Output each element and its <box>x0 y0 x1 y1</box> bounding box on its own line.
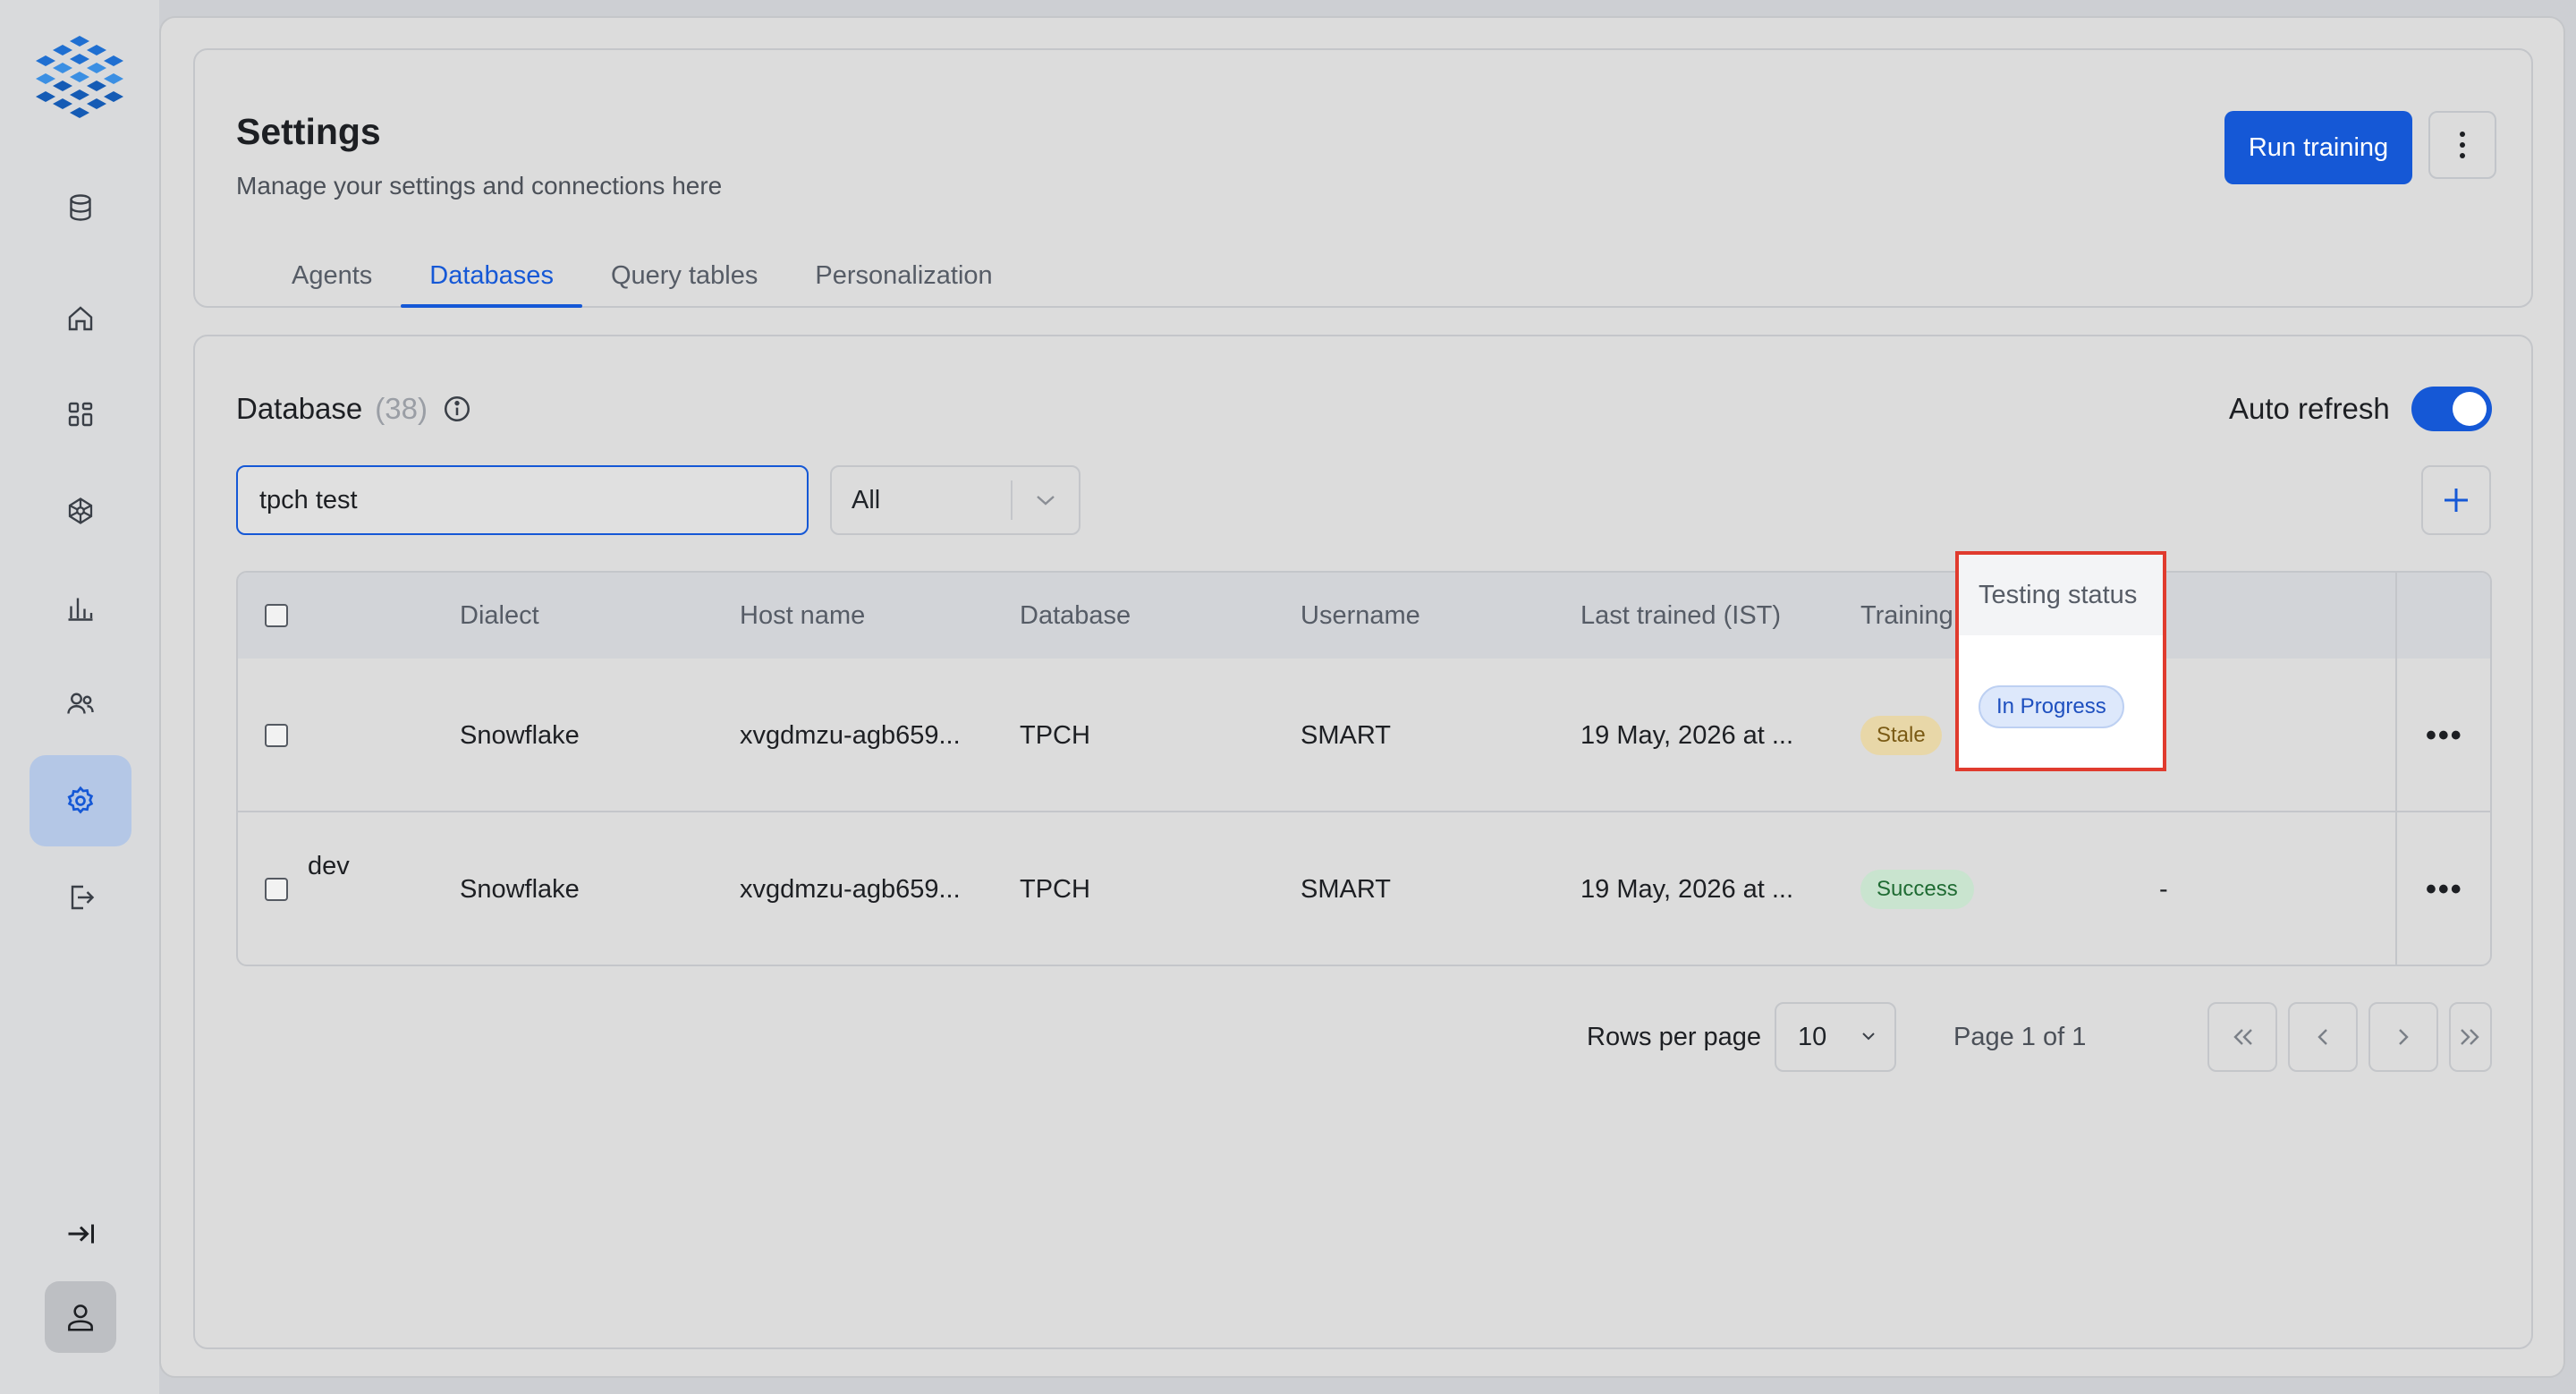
more-horizontal-icon: ••• <box>2426 718 2463 752</box>
col-testing-status-header[interactable]: Testing status <box>1959 555 2163 635</box>
sidebar-item-logout[interactable] <box>30 852 131 943</box>
tab-query-tables[interactable]: Query tables <box>582 247 786 308</box>
cell-training-status: Success <box>1860 812 1974 965</box>
next-page-button[interactable] <box>2368 1002 2438 1072</box>
chevrons-right-icon <box>2461 1029 2479 1045</box>
cell-host: xvgdmzu-agb659... <box>740 874 961 904</box>
database-icon <box>70 194 91 221</box>
col-testing-status: Testing status <box>1979 580 2138 609</box>
tab-personalization[interactable]: Personalization <box>786 247 1021 308</box>
testing-status-highlight: Testing status In Progress <box>1955 551 2166 771</box>
rows-per-page-select[interactable]: 10 <box>1775 1002 1896 1072</box>
add-database-button[interactable] <box>2421 465 2491 535</box>
page-info: Page 1 of 1 <box>1953 1022 2087 1051</box>
col-last-trained[interactable]: Last trained (IST) <box>1580 573 1781 659</box>
cell-testing-status: - <box>2159 874 2168 904</box>
cell-database: TPCH <box>1020 720 1090 750</box>
status-badge: Stale <box>1860 716 1942 755</box>
last-page-button[interactable] <box>2449 1002 2492 1072</box>
sidebar-item-home[interactable] <box>30 273 131 364</box>
auto-refresh-toggle[interactable] <box>2411 387 2492 431</box>
run-training-button[interactable]: Run training <box>2224 111 2412 184</box>
sidebar-item-analytics[interactable] <box>30 562 131 653</box>
select-all-checkbox[interactable] <box>265 604 288 627</box>
col-database[interactable]: Database <box>1020 573 1131 659</box>
network-icon <box>68 497 93 524</box>
more-horizontal-icon: ••• <box>2426 871 2463 906</box>
user-icon <box>68 1305 93 1331</box>
cell-username: SMART <box>1301 874 1391 904</box>
sidebar-item-database[interactable] <box>30 162 131 253</box>
plus-icon <box>2445 489 2468 512</box>
auto-refresh-label: Auto refresh <box>2229 392 2390 425</box>
rows-per-page-value: 10 <box>1798 1022 1827 1051</box>
col-dialect[interactable]: Dialect <box>460 573 539 659</box>
page-title: Settings <box>236 111 381 152</box>
search-input[interactable] <box>236 465 809 535</box>
chevron-right-icon <box>2399 1029 2409 1045</box>
settings-header: Settings Manage your settings and connec… <box>193 48 2533 308</box>
filter-value: All <box>852 485 881 514</box>
more-options-button[interactable] <box>2428 111 2496 179</box>
col-host-name[interactable]: Host name <box>740 573 865 659</box>
chevron-left-icon <box>2318 1029 2327 1045</box>
cell-username: SMART <box>1301 720 1391 750</box>
sidebar-item-users[interactable] <box>30 659 131 750</box>
collapse-sidebar-button[interactable] <box>30 1188 131 1279</box>
page-subtitle: Manage your settings and connections her… <box>236 172 723 200</box>
tab-agents[interactable]: Agents <box>263 247 401 308</box>
filter-select[interactable]: All <box>830 465 1080 535</box>
cell-database: TPCH <box>1020 874 1090 904</box>
user-avatar-button[interactable] <box>45 1281 116 1353</box>
row-checkbox[interactable] <box>265 878 288 901</box>
cell-last-trained: 19 May, 2026 at ... <box>1580 720 1794 750</box>
section-title: Database (38) <box>236 392 472 426</box>
collapse-icon <box>68 1224 94 1244</box>
testing-status-badge: In Progress <box>1979 685 2124 728</box>
row-checkbox[interactable] <box>265 724 288 747</box>
users-icon <box>67 693 94 714</box>
cell-dialect: Snowflake <box>460 874 580 904</box>
col-username[interactable]: Username <box>1301 573 1420 659</box>
sidebar-item-dashboard[interactable] <box>30 369 131 460</box>
status-badge: Success <box>1860 870 1974 909</box>
row-checkbox-cell <box>265 659 288 812</box>
cell-name-fragment: dev <box>308 852 350 880</box>
section-title-text: Database <box>236 392 363 425</box>
chevrons-left-icon <box>2233 1029 2252 1045</box>
sidebar-item-network[interactable] <box>30 465 131 557</box>
row-actions-button[interactable]: ••• <box>2426 659 2463 812</box>
sidebar-item-settings[interactable] <box>30 755 131 846</box>
cell-host: xvgdmzu-agb659... <box>740 720 961 750</box>
chevron-down-icon <box>1013 494 1079 506</box>
main-panel: Settings Manage your settings and connec… <box>159 16 2565 1378</box>
cell-last-trained: 19 May, 2026 at ... <box>1580 874 1794 904</box>
cell-dialect: Snowflake <box>460 720 580 750</box>
home-icon <box>68 306 93 331</box>
sidebar <box>0 0 159 1394</box>
row-checkbox-cell <box>265 812 288 965</box>
row-actions-button[interactable]: ••• <box>2426 812 2463 965</box>
select-all-cell <box>265 573 288 659</box>
dashboard-icon <box>68 402 93 427</box>
info-icon[interactable] <box>442 394 472 424</box>
app-logo-icon[interactable] <box>36 32 123 120</box>
cell-training-status: Stale <box>1860 659 1942 812</box>
database-count: (38) <box>375 392 428 425</box>
first-page-button[interactable] <box>2207 1002 2277 1072</box>
rows-per-page-label: Rows per page <box>1587 1022 1762 1051</box>
settings-tabs: Agents Databases Query tables Personaliz… <box>263 247 1021 308</box>
tab-databases[interactable]: Databases <box>401 247 582 308</box>
settings-icon <box>67 786 94 814</box>
vertical-dots-icon <box>2460 132 2465 158</box>
chart-icon <box>68 598 93 621</box>
chevron-down-icon <box>1862 1033 1875 1041</box>
previous-page-button[interactable] <box>2288 1002 2358 1072</box>
table-row[interactable]: dev Snowflake xvgdmzu-agb659... TPCH SMA… <box>238 812 2490 965</box>
toggle-knob <box>2453 392 2487 426</box>
database-panel: Database (38) Auto refresh All Dialect H… <box>193 335 2533 1349</box>
logout-icon <box>71 885 95 910</box>
